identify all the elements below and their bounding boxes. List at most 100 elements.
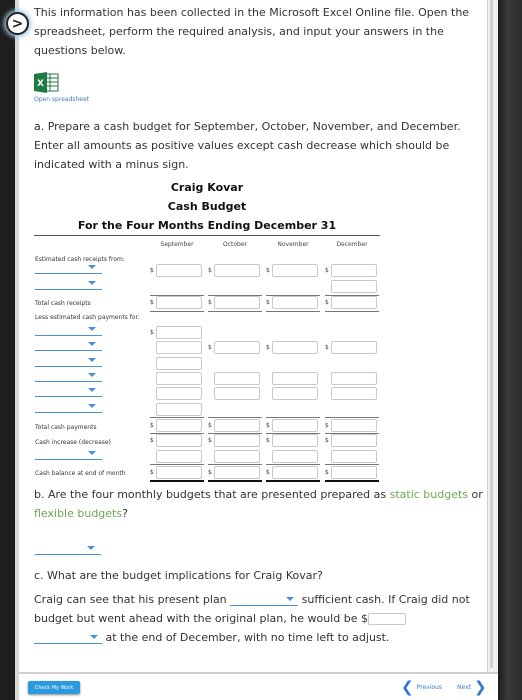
receipt-1-nov-input[interactable] (272, 264, 318, 277)
payment-2-oct-input[interactable] (214, 341, 260, 354)
subtotal-rule (266, 311, 320, 312)
payment-5-oct-input[interactable] (214, 387, 260, 400)
payment-6-sep-input[interactable] (156, 403, 202, 416)
payment-2-dec-input[interactable] (331, 341, 377, 354)
next-label: Next (457, 683, 471, 691)
total-receipts-dec-input[interactable] (331, 296, 377, 309)
chevron-down-icon (88, 358, 96, 362)
ending-balance-dec-input[interactable] (331, 466, 377, 479)
beginning-balance-oct-input[interactable] (214, 450, 260, 463)
total-receipts-oct-input[interactable] (214, 296, 260, 309)
chevron-right-icon: ❯ (473, 678, 487, 696)
cash-change-sep-input[interactable] (156, 434, 202, 447)
payment-4-sep-input[interactable] (156, 372, 202, 385)
total-receipts-sep-input[interactable] (156, 296, 202, 309)
payment-item-dropdown-1[interactable] (35, 325, 102, 336)
cash-change-oct-input[interactable] (214, 434, 260, 447)
shortfall-amount-input[interactable] (367, 613, 406, 625)
beginning-balance-dec-input[interactable] (331, 450, 377, 463)
payment-4-dec-input[interactable] (331, 372, 377, 385)
receipt-1-oct-input[interactable] (214, 264, 260, 277)
payment-1-sep-input[interactable] (156, 326, 202, 339)
ending-balance-sep-input[interactable] (156, 466, 202, 479)
previous-label: Previous (416, 683, 442, 691)
payment-item-dropdown-3[interactable] (35, 356, 102, 367)
dollar-sign: $ (150, 469, 154, 476)
beginning-balance-nov-input[interactable] (272, 450, 318, 463)
total-payments-dec-input[interactable] (331, 419, 377, 432)
receipt-1-sep-input[interactable] (156, 264, 202, 277)
beginning-balance-dropdown[interactable] (35, 449, 102, 460)
subtotal-rule (150, 417, 204, 418)
expand-nav-button[interactable]: > (6, 12, 29, 35)
double-underline (150, 480, 204, 482)
budget-type-dropdown[interactable] (35, 544, 101, 555)
dollar-sign: $ (266, 267, 270, 274)
dollar-sign: $ (266, 344, 270, 351)
intro-text: This information has been collected in t… (34, 6, 470, 57)
previous-button[interactable]: ❮ Previous (401, 679, 442, 695)
dollar-sign: $ (325, 299, 329, 306)
dollar-sign: $ (325, 267, 329, 274)
next-button[interactable]: Next ❯ (457, 679, 487, 695)
part-a-prompt: a. Prepare a cash budget for September, … (34, 120, 461, 171)
cash-change-nov-input[interactable] (272, 434, 318, 447)
glossary-flexible-budgets[interactable]: flexible budgets (34, 507, 122, 520)
payment-4-oct-input[interactable] (214, 372, 260, 385)
ending-balance-oct-input[interactable] (214, 466, 260, 479)
subtotal-rule (208, 311, 262, 312)
total-payments-sep-input[interactable] (156, 419, 202, 432)
chevron-down-icon (88, 342, 96, 346)
open-spreadsheet-link[interactable]: Open spreadsheet (34, 96, 89, 103)
payment-item-dropdown-2[interactable] (35, 340, 102, 351)
subtotal-rule (150, 464, 204, 465)
payment-4-nov-input[interactable] (272, 372, 318, 385)
cash-change-dec-input[interactable] (331, 434, 377, 447)
plan-sufficiency-dropdown[interactable] (230, 594, 299, 606)
chevron-down-icon (90, 635, 98, 639)
payment-item-dropdown-5[interactable] (35, 386, 102, 397)
chevron-down-icon (87, 546, 95, 550)
part-b-text: b. Are the four monthly budgets that are… (34, 488, 390, 501)
ending-balance-nov-input[interactable] (272, 466, 318, 479)
subtotal-rule (266, 417, 320, 418)
receipt-source-dropdown-1[interactable] (35, 263, 102, 274)
statement-title: Cash Budget (167, 200, 247, 213)
excel-icon[interactable]: X (34, 72, 59, 93)
payment-2-sep-input[interactable] (156, 341, 202, 354)
total-receipts-nov-input[interactable] (272, 296, 318, 309)
payment-5-dec-input[interactable] (331, 387, 377, 400)
payment-item-dropdown-6[interactable] (35, 402, 102, 413)
dollar-sign: $ (266, 299, 270, 306)
scrollbar-thumb[interactable] (490, 0, 493, 668)
payment-3-sep-input[interactable] (156, 357, 202, 370)
part-b-text-end: ? (122, 507, 128, 520)
receipt-1-dec-input[interactable] (331, 264, 377, 277)
dollar-sign: $ (208, 344, 212, 351)
receipt-source-dropdown-2[interactable] (35, 279, 102, 290)
check-my-work-button[interactable]: Check My Work (28, 681, 80, 694)
beginning-balance-sep-input[interactable] (156, 450, 202, 463)
total-payments-nov-input[interactable] (272, 419, 318, 432)
dollar-sign: $ (266, 422, 270, 429)
dollar-sign: $ (208, 422, 212, 429)
chevron-down-icon (88, 451, 96, 455)
payment-item-dropdown-4[interactable] (35, 371, 102, 382)
payment-5-sep-input[interactable] (156, 387, 202, 400)
chevron-right-icon: > (11, 15, 24, 32)
glossary-static-budgets[interactable]: static budgets (390, 488, 468, 501)
subtotal-rule (208, 417, 262, 418)
total-payments-oct-input[interactable] (214, 419, 260, 432)
part-c-text-1: Craig can see that his present plan (34, 593, 231, 606)
chevron-down-icon (88, 281, 96, 285)
double-underline (208, 480, 262, 482)
chevron-down-icon (88, 388, 96, 392)
over-short-dropdown[interactable] (34, 632, 102, 644)
total-payments-label: Total cash payments (35, 424, 97, 431)
part-c-text-3: at the end of December, with no time lef… (102, 631, 390, 644)
receipt-2-dec-input[interactable] (331, 280, 377, 293)
payment-2-nov-input[interactable] (272, 341, 318, 354)
subtotal-rule (266, 464, 320, 465)
cash-change-label: Cash increase (decrease) (35, 439, 111, 446)
payment-5-nov-input[interactable] (272, 387, 318, 400)
